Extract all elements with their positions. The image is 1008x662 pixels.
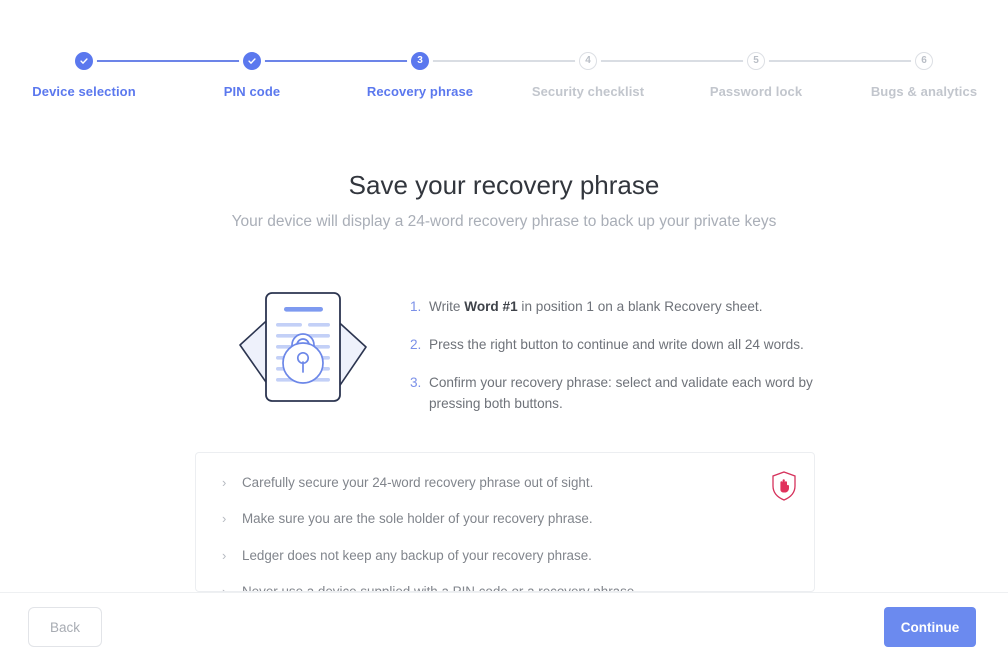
instruction-item: 2. Press the right button to continue an… [410, 334, 915, 355]
warning-bullet: › Make sure you are the sole holder of y… [222, 511, 788, 527]
page-title: Save your recovery phrase [348, 170, 660, 200]
stepper-circle-check-icon [75, 52, 93, 70]
onboarding-stepper: Device selection PIN code 3 Recovery phr… [0, 52, 1008, 108]
stepper-label: Password lock [709, 84, 803, 99]
stepper-label: Recovery phrase [366, 84, 474, 99]
instruction-text: Confirm your recovery phrase: select and… [429, 375, 813, 412]
stepper-connector [588, 60, 756, 62]
stepper-connector [420, 60, 588, 62]
instruction-item: 3. Confirm your recovery phrase: select … [410, 372, 915, 414]
instruction-text: Write Word #1 in position 1 on a blank R… [429, 296, 762, 317]
stepper-circle-number: 3 [411, 52, 429, 70]
stepper-circle-number: 6 [915, 52, 933, 70]
page-subtitle: Your device will display a 24-word recov… [231, 213, 777, 230]
stepper-connector [84, 60, 252, 62]
chevron-right-icon: › [222, 547, 227, 563]
security-warning-panel: › Carefully secure your 24-word recovery… [195, 452, 815, 592]
stepper-circle-number: 5 [747, 52, 765, 70]
instructions-section: 1. Write Word #1 in position 1 on a blan… [195, 280, 915, 414]
warning-bullet: › Never use a device supplied with a PIN… [222, 583, 788, 592]
stepper-connector [252, 60, 420, 62]
stepper-connector [756, 60, 924, 62]
footer-bar: Back Continue [0, 592, 1008, 662]
stepper-step-bugs-analytics[interactable]: 6 Bugs & analytics [756, 52, 1008, 99]
chevron-right-icon: › [222, 511, 227, 527]
warning-bullet-text: Ledger does not keep any backup of your … [242, 547, 592, 563]
warning-bullet: › Ledger does not keep any backup of you… [222, 548, 788, 564]
instruction-list: 1. Write Word #1 in position 1 on a blan… [410, 280, 915, 414]
stepper-label: Device selection [32, 84, 136, 99]
instruction-number: 1. [410, 299, 422, 314]
instruction-text-prefix: Write [429, 299, 465, 314]
instruction-text: Press the right button to continue and w… [429, 337, 804, 353]
instruction-number: 2. [410, 337, 422, 353]
shield-stop-hand-icon [770, 470, 798, 507]
warning-bullet-text: Make sure you are the sole holder of you… [242, 511, 593, 527]
back-button[interactable]: Back [28, 607, 102, 647]
continue-button[interactable]: Continue [884, 607, 976, 647]
instruction-number: 3. [410, 375, 422, 391]
warning-bullet-text: Never use a device supplied with a PIN c… [242, 583, 638, 592]
chevron-right-icon: › [222, 583, 227, 592]
warning-bullet-text: Carefully secure your 24-word recovery p… [242, 475, 594, 490]
warning-bullet: › Carefully secure your 24-word recovery… [222, 475, 788, 491]
stepper-circle-check-icon [243, 52, 261, 70]
stepper-label: Security checklist [531, 84, 645, 99]
stepper-circle-number: 4 [579, 52, 597, 70]
stepper-label: PIN code [223, 84, 281, 99]
instruction-item: 1. Write Word #1 in position 1 on a blan… [410, 296, 915, 317]
instruction-text-suffix: in position 1 on a blank Recovery sheet. [517, 299, 763, 314]
chevron-right-icon: › [222, 475, 227, 490]
instruction-text-strong: Word #1 [464, 299, 518, 314]
stepper-label: Bugs & analytics [870, 84, 978, 99]
recovery-sheet-lock-illustration [195, 280, 410, 410]
